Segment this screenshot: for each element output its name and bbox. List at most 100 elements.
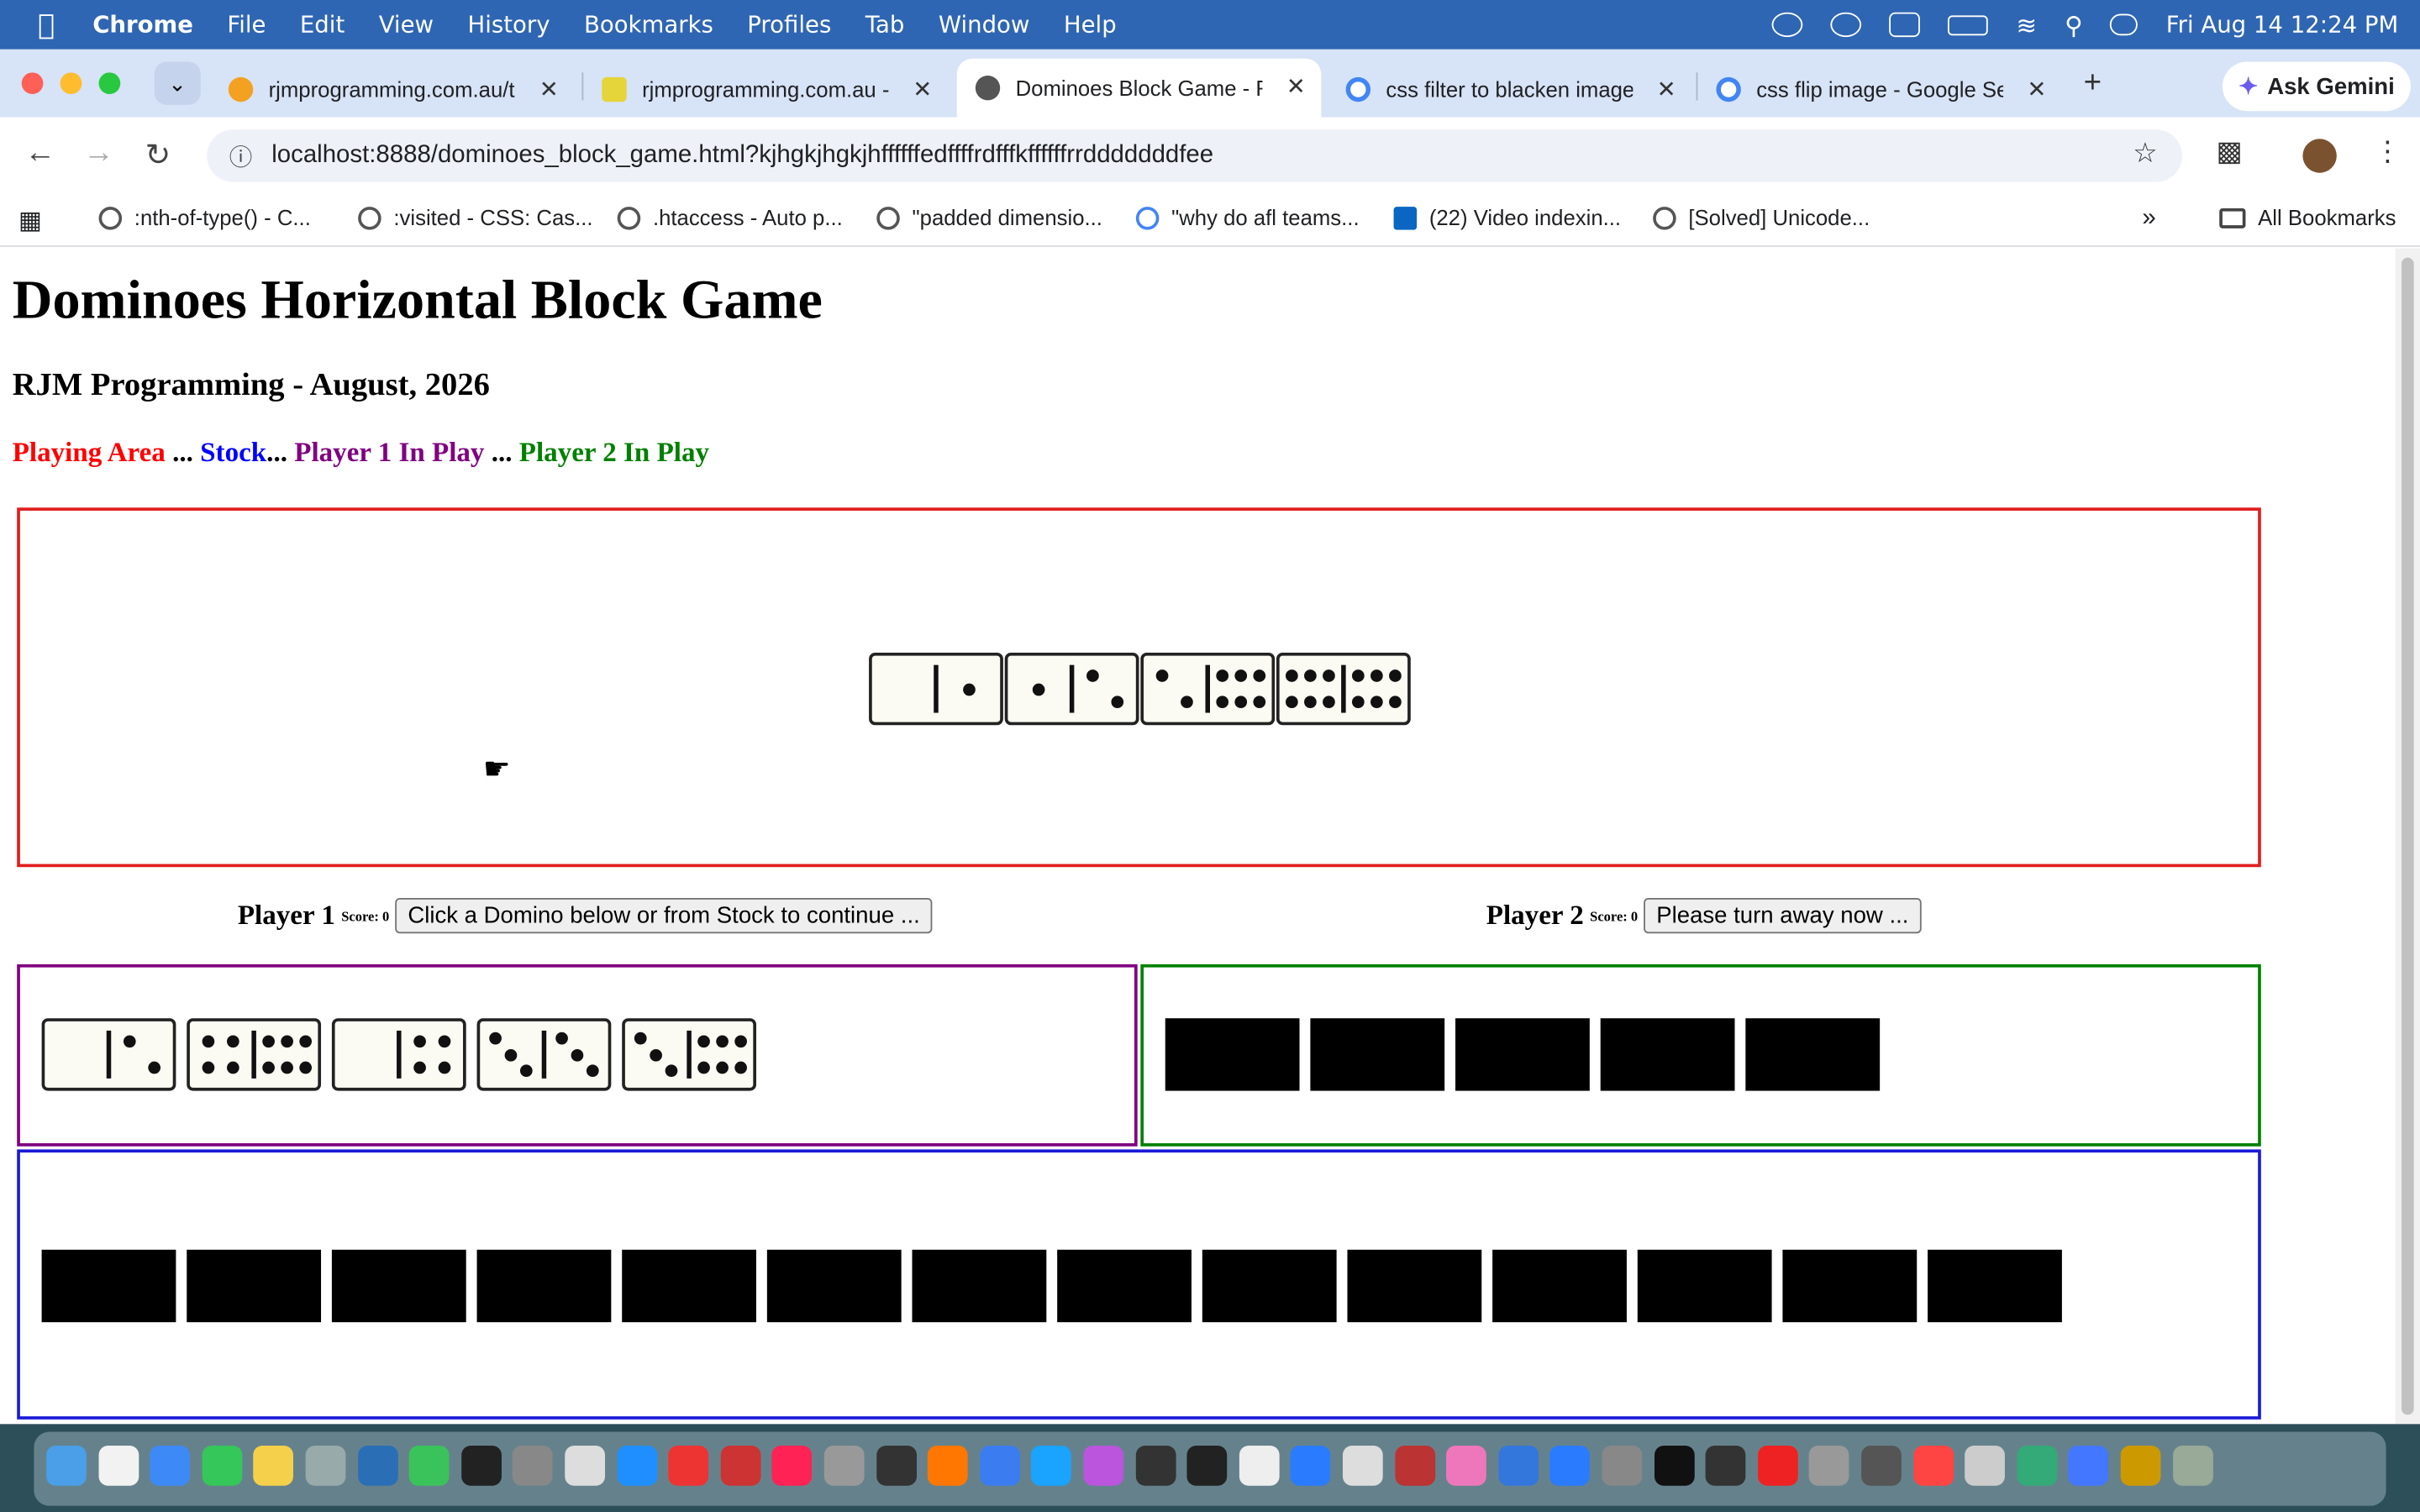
dock-app-icon[interactable] bbox=[668, 1446, 709, 1486]
menu-clock[interactable]: Fri Aug 14 12:24 PM bbox=[2166, 11, 2399, 39]
domino-tile[interactable] bbox=[41, 1018, 176, 1091]
page-scrollbar[interactable] bbox=[2395, 248, 2420, 1425]
dock-app-icon[interactable] bbox=[720, 1446, 761, 1486]
domino-face-down[interactable] bbox=[1310, 1018, 1445, 1091]
domino-face-down[interactable] bbox=[476, 1249, 612, 1323]
domino-tile[interactable] bbox=[331, 1018, 466, 1091]
bookmark-item[interactable]: :visited - CSS: Cas... bbox=[358, 205, 593, 230]
dock-app-icon[interactable] bbox=[46, 1446, 87, 1486]
spotlight-search-icon[interactable]: ⚲ bbox=[2065, 10, 2083, 39]
control-center-icon[interactable] bbox=[2110, 13, 2139, 36]
domino-face-down[interactable] bbox=[1455, 1018, 1590, 1091]
tab-css-filter[interactable]: css filter to blacken image ✕ bbox=[1328, 61, 1691, 117]
tab-dominoes-active[interactable]: Dominoes Block Game - R ✕ bbox=[956, 58, 1322, 118]
dock-app-icon[interactable] bbox=[1757, 1446, 1798, 1486]
close-tab-icon[interactable]: ✕ bbox=[1657, 76, 1676, 103]
url-text[interactable]: localhost:8888/dominoes_block_game.html?… bbox=[271, 142, 1213, 170]
dock-app-icon[interactable] bbox=[772, 1446, 813, 1486]
domino-face-down[interactable] bbox=[187, 1249, 322, 1323]
dock-app-icon[interactable] bbox=[2172, 1446, 2213, 1486]
bookmark-item[interactable]: [Solved] Unicode... bbox=[1653, 205, 1870, 230]
dock-app-icon[interactable] bbox=[1809, 1446, 1850, 1486]
ask-gemini-button[interactable]: ✦ Ask Gemini bbox=[2222, 61, 2411, 112]
dock-app-icon[interactable] bbox=[460, 1446, 502, 1486]
reload-icon[interactable]: ↻ bbox=[145, 136, 171, 175]
domino-face-down[interactable] bbox=[1745, 1018, 1881, 1091]
battery-icon[interactable] bbox=[1948, 14, 1989, 35]
domino-face-down[interactable] bbox=[41, 1249, 176, 1323]
dock-app-icon[interactable] bbox=[1498, 1446, 1539, 1486]
dock-app-icon[interactable] bbox=[1394, 1446, 1435, 1486]
tab-rjm-1[interactable]: rjmprogramming.com.au/tc ✕ bbox=[210, 61, 574, 117]
domino-face-down[interactable] bbox=[1202, 1249, 1337, 1323]
status-app-icon[interactable] bbox=[1772, 12, 1803, 38]
zoom-window-button[interactable] bbox=[98, 72, 121, 95]
dock-app-icon[interactable] bbox=[1861, 1446, 1902, 1486]
dock-app-icon[interactable] bbox=[1342, 1446, 1383, 1486]
domino-face-down[interactable] bbox=[1057, 1249, 1192, 1323]
domino-face-down[interactable] bbox=[1347, 1249, 1482, 1323]
address-bar[interactable]: ⓘ localhost:8888/dominoes_block_game.htm… bbox=[207, 129, 2183, 182]
dock-app-icon[interactable] bbox=[1549, 1446, 1591, 1486]
dock-app-icon[interactable] bbox=[2120, 1446, 2161, 1486]
dock-app-icon[interactable] bbox=[928, 1446, 968, 1486]
dock-app-icon[interactable] bbox=[616, 1446, 657, 1486]
bookmark-item[interactable]: "padded dimensio... bbox=[876, 205, 1102, 230]
tab-search-chevron-icon[interactable]: ⌄ bbox=[154, 61, 201, 105]
dock-app-icon[interactable] bbox=[1291, 1446, 1331, 1486]
forward-arrow-icon[interactable]: → bbox=[83, 136, 114, 171]
bookmark-item[interactable]: .htaccess - Auto p... bbox=[617, 205, 843, 230]
display-icon[interactable] bbox=[1889, 12, 1921, 38]
domino-tile[interactable] bbox=[187, 1018, 322, 1091]
dock-app-icon[interactable] bbox=[1239, 1446, 1280, 1486]
dock-app-icon[interactable] bbox=[305, 1446, 346, 1486]
domino-face-down[interactable] bbox=[331, 1249, 466, 1323]
tab-rjm-2[interactable]: rjmprogramming.com.au - ✕ bbox=[583, 61, 947, 117]
dock-app-icon[interactable] bbox=[2068, 1446, 2109, 1486]
dock-app-icon[interactable] bbox=[2017, 1446, 2057, 1486]
play-icon[interactable] bbox=[1830, 12, 1862, 38]
minimize-window-button[interactable] bbox=[60, 72, 82, 95]
domino-tile[interactable] bbox=[622, 1018, 757, 1091]
bookmark-item[interactable]: "why do afl teams... bbox=[1135, 205, 1360, 230]
bookmark-star-icon[interactable]: ☆ bbox=[2133, 137, 2158, 170]
menu-help[interactable]: Help bbox=[1064, 11, 1117, 39]
dock-app-icon[interactable] bbox=[1965, 1446, 2006, 1486]
close-tab-icon[interactable]: ✕ bbox=[913, 76, 932, 103]
dock-app-icon[interactable] bbox=[1135, 1446, 1176, 1486]
domino-face-down[interactable] bbox=[1492, 1249, 1627, 1323]
domino-face-down[interactable] bbox=[622, 1249, 757, 1323]
dock-app-icon[interactable] bbox=[1186, 1446, 1228, 1486]
player2-turn-away-button[interactable]: Please turn away now ... bbox=[1644, 897, 1922, 934]
dock-app-icon[interactable] bbox=[1083, 1446, 1124, 1486]
menu-edit[interactable]: Edit bbox=[300, 11, 345, 39]
dock-app-icon[interactable] bbox=[979, 1446, 1020, 1486]
dock-app-icon[interactable] bbox=[876, 1446, 917, 1486]
domino-face-down[interactable] bbox=[1600, 1018, 1735, 1091]
extensions-puzzle-icon[interactable]: ▩ bbox=[2217, 136, 2243, 169]
domino-face-down[interactable] bbox=[1637, 1249, 1772, 1323]
dock-app-icon[interactable] bbox=[150, 1446, 191, 1486]
dock-app-icon[interactable] bbox=[1602, 1446, 1643, 1486]
dock-app-icon[interactable] bbox=[1654, 1446, 1694, 1486]
menu-bookmarks[interactable]: Bookmarks bbox=[584, 11, 713, 39]
dock-app-icon[interactable] bbox=[202, 1446, 242, 1486]
domino-face-down[interactable] bbox=[1928, 1249, 2062, 1323]
scrollbar-thumb[interactable] bbox=[2401, 257, 2414, 1415]
domino-face-down[interactable] bbox=[766, 1249, 902, 1323]
dock-app-icon[interactable] bbox=[1912, 1446, 1954, 1486]
site-info-icon[interactable]: ⓘ bbox=[213, 139, 268, 172]
dock-app-icon[interactable] bbox=[97, 1446, 139, 1486]
dock-app-icon[interactable] bbox=[1446, 1446, 1487, 1486]
dock-app-icon[interactable] bbox=[513, 1446, 554, 1486]
dock-app-icon[interactable] bbox=[357, 1446, 398, 1486]
close-tab-icon[interactable]: ✕ bbox=[1286, 72, 1306, 100]
dock-app-icon[interactable] bbox=[253, 1446, 294, 1486]
dock-app-icon[interactable] bbox=[1705, 1446, 1746, 1486]
more-menu-icon[interactable]: ⋮ bbox=[2374, 136, 2402, 169]
menu-history[interactable]: History bbox=[468, 11, 550, 39]
close-window-button[interactable] bbox=[21, 72, 44, 95]
player1-continue-button[interactable]: Click a Domino below or from Stock to co… bbox=[395, 897, 933, 934]
dock-app-icon[interactable] bbox=[823, 1446, 865, 1486]
domino-face-down[interactable] bbox=[912, 1249, 1047, 1323]
